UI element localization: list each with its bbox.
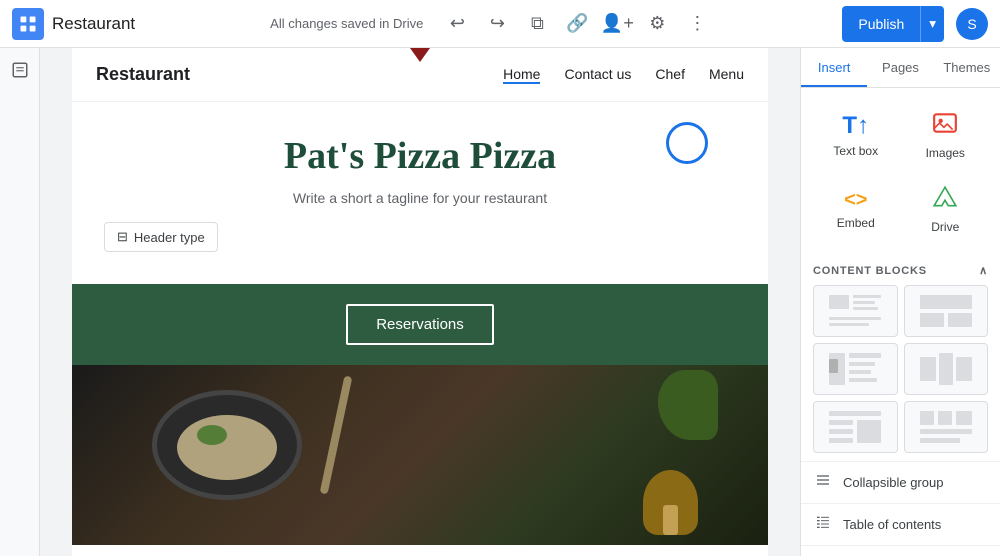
toc-label: Table of contents: [843, 517, 941, 532]
avatar[interactable]: S: [956, 8, 988, 40]
nav-chef[interactable]: Chef: [655, 66, 685, 84]
reservations-bar: Reservations: [72, 284, 768, 365]
publish-dropdown-button[interactable]: ▾: [920, 6, 944, 42]
collapsible-label: Collapsible group: [843, 475, 943, 490]
content-blocks-header: CONTENT BLOCKS ∧: [801, 256, 1000, 285]
image-carousel-item[interactable]: Image carousel: [801, 545, 1000, 556]
hero-title: Pat's Pizza Pizza: [96, 134, 744, 178]
block-thumb-6[interactable]: [904, 401, 989, 453]
redo-button[interactable]: ↪: [479, 6, 515, 42]
block-thumb-1[interactable]: [813, 285, 898, 337]
more-options-button[interactable]: ⋮: [679, 6, 715, 42]
publish-btn-group: Publish ▾: [842, 6, 944, 42]
block-thumb-2[interactable]: [904, 285, 989, 337]
tab-pages[interactable]: Pages: [867, 48, 933, 87]
insert-embed[interactable]: <> Embed: [813, 174, 899, 244]
link-button[interactable]: 🔗: [559, 6, 595, 42]
site-nav-links: Home Contact us Chef Menu: [503, 66, 744, 84]
bowl-shape: [152, 390, 302, 500]
hero-tagline: Write a short a tagline for your restaur…: [96, 190, 744, 206]
right-panel-tabs: Insert Pages Themes: [801, 48, 1000, 88]
block-thumb-3[interactable]: [813, 343, 898, 395]
undo-button[interactable]: ↩: [439, 6, 475, 42]
toc-icon: [813, 514, 833, 535]
save-status: All changes saved in Drive: [270, 16, 423, 31]
embed-icon: <>: [844, 189, 867, 212]
hero-section: Pat's Pizza Pizza Write a short a taglin…: [72, 102, 768, 284]
insert-textbox[interactable]: T↑ Text box: [813, 100, 899, 170]
greenery: [658, 370, 718, 440]
left-panel: [0, 48, 40, 556]
preview-button[interactable]: ⧉: [519, 6, 555, 42]
right-panel: Insert Pages Themes T↑ Text box: [800, 48, 1000, 556]
header-type-button[interactable]: ⊟ Header type: [104, 222, 218, 252]
collapsible-icon: [813, 472, 833, 493]
hero-circle: [666, 122, 708, 164]
nav-home[interactable]: Home: [503, 66, 540, 84]
insert-grid: T↑ Text box Images <> Embed: [801, 88, 1000, 256]
mushroom-shape: [643, 470, 698, 535]
arrow-indicator: [410, 48, 430, 62]
insert-drive[interactable]: Drive: [903, 174, 989, 244]
nav-contact[interactable]: Contact us: [564, 66, 631, 84]
tab-insert[interactable]: Insert: [801, 48, 867, 87]
site-preview: Restaurant Home Contact us Chef Menu Pat…: [72, 48, 768, 556]
topbar-actions: ↩ ↪ ⧉ 🔗 👤+ ⚙ ⋮: [439, 6, 715, 42]
insert-images[interactable]: Images: [903, 100, 989, 170]
header-type-label: Header type: [134, 230, 205, 245]
header-icon: ⊟: [117, 229, 128, 245]
food-section: [72, 365, 768, 545]
site-brand: Restaurant: [96, 64, 190, 85]
publish-button[interactable]: Publish: [842, 6, 920, 42]
collapse-icon[interactable]: ∧: [979, 264, 988, 277]
tab-themes[interactable]: Themes: [934, 48, 1000, 87]
textbox-icon: T↑: [842, 112, 869, 140]
pages-icon[interactable]: [6, 56, 34, 84]
app-logo: [12, 8, 44, 40]
settings-button[interactable]: ⚙: [639, 6, 675, 42]
add-user-button[interactable]: 👤+: [599, 6, 635, 42]
table-of-contents-item[interactable]: Table of contents: [801, 503, 1000, 545]
collapsible-group-item[interactable]: Collapsible group: [801, 461, 1000, 503]
content-blocks-grid: [801, 285, 1000, 461]
reservations-button[interactable]: Reservations: [346, 304, 494, 345]
site-title: Restaurant: [52, 14, 135, 34]
block-thumb-5[interactable]: [813, 401, 898, 453]
topbar-center: All changes saved in Drive ↩ ↪ ⧉ 🔗 👤+ ⚙ …: [151, 6, 834, 42]
food-image: [72, 365, 768, 545]
topbar: Restaurant All changes saved in Drive ↩ …: [0, 0, 1000, 48]
canvas-area: Restaurant Home Contact us Chef Menu Pat…: [40, 48, 800, 556]
main-area: Restaurant Home Contact us Chef Menu Pat…: [0, 48, 1000, 556]
drive-icon: [932, 184, 958, 216]
block-thumb-4[interactable]: [904, 343, 989, 395]
spoon-shape: [320, 375, 353, 494]
nav-menu[interactable]: Menu: [709, 66, 744, 84]
images-icon: [932, 110, 958, 142]
